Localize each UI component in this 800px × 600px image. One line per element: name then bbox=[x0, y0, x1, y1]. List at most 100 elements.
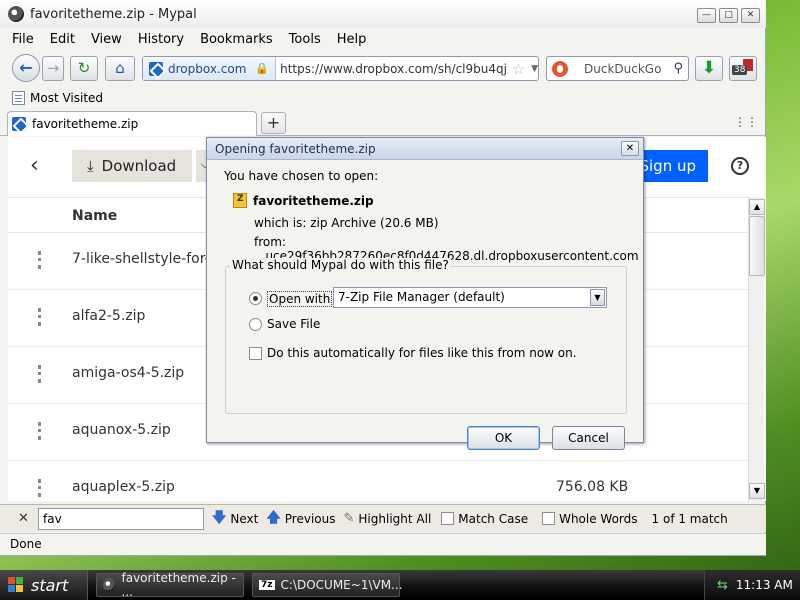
url-text[interactable]: https://www.dropbox.com/sh/cl9bu4qjxhk2 bbox=[280, 62, 508, 76]
find-input[interactable] bbox=[38, 507, 204, 530]
which-is-value: zip Archive (20.6 MB) bbox=[310, 216, 439, 230]
menu-history[interactable]: History bbox=[138, 32, 184, 47]
save-file-radio[interactable] bbox=[249, 318, 262, 331]
bookmarks-toolbar: Most Visited bbox=[0, 88, 103, 108]
clock[interactable]: 11:13 AM bbox=[736, 578, 793, 592]
title-bar[interactable]: favoritetheme.zip - Mypal — □ ✕ bbox=[0, 0, 766, 28]
find-previous-button[interactable]: 🡅 Previous bbox=[266, 507, 335, 531]
zip-file-icon bbox=[38, 365, 46, 383]
help-icon[interactable]: ? bbox=[731, 157, 749, 175]
checkbox[interactable] bbox=[441, 512, 455, 525]
menu-view[interactable]: View bbox=[91, 32, 122, 47]
save-file-label[interactable]: Save File bbox=[267, 317, 320, 331]
scroll-up-icon[interactable]: ▲ bbox=[749, 199, 765, 215]
scroll-thumb[interactable] bbox=[749, 216, 765, 276]
taskbar-item-browser[interactable]: favoritetheme.zip - ... bbox=[96, 571, 244, 599]
highlighter-icon: ✎ bbox=[343, 511, 355, 526]
menu-tools[interactable]: Tools bbox=[289, 32, 321, 47]
action-question: What should Mypal do with this file? bbox=[230, 258, 451, 272]
back-arrow-icon: ← bbox=[19, 58, 33, 77]
dialog-title-bar[interactable]: Opening favoritetheme.zip bbox=[207, 138, 643, 160]
menu-bookmarks[interactable]: Bookmarks bbox=[200, 32, 273, 47]
close-icon[interactable]: ✕ bbox=[18, 511, 32, 526]
chevron-left-icon[interactable]: ‹ bbox=[30, 153, 39, 178]
sign-up-button[interactable]: Sign up bbox=[636, 150, 708, 182]
search-icon[interactable]: ⚲ bbox=[673, 61, 683, 76]
tab-active[interactable]: favoritetheme.zip bbox=[7, 111, 257, 136]
file-name[interactable]: amiga-os4-5.zip bbox=[72, 365, 184, 381]
site-identity[interactable]: dropbox.com 🔒 bbox=[143, 57, 277, 80]
chevron-down-icon[interactable]: ▼ bbox=[590, 289, 605, 306]
app-icon bbox=[8, 6, 24, 22]
close-icon: ✕ bbox=[625, 143, 635, 154]
bookmark-star-icon[interactable]: ☆ bbox=[512, 60, 525, 78]
action-group: What should Mypal do with this file? Ope… bbox=[225, 258, 627, 414]
file-size: 756.08 KB bbox=[556, 479, 629, 495]
home-button[interactable]: ⌂ bbox=[105, 56, 135, 81]
close-window-button[interactable]: ✕ bbox=[741, 8, 760, 23]
auto-action-label[interactable]: Do this automatically for files like thi… bbox=[267, 346, 577, 360]
file-name[interactable]: alfa2-5.zip bbox=[72, 308, 145, 324]
system-tray: ⇆ 11:13 AM bbox=[704, 570, 800, 600]
taskbar-item-label: C:\DOCUME~1\VM... bbox=[280, 578, 403, 592]
open-with-label[interactable]: Open with bbox=[267, 291, 333, 307]
minimize-button[interactable]: — bbox=[697, 8, 716, 23]
menu-file[interactable]: File bbox=[12, 32, 34, 47]
zip-file-icon bbox=[38, 422, 46, 440]
url-bar[interactable]: dropbox.com 🔒 https://www.dropbox.com/sh… bbox=[142, 56, 539, 81]
match-case-checkbox[interactable]: Match Case bbox=[441, 512, 528, 526]
which-is-label: which is: bbox=[254, 216, 307, 230]
file-type-line: which is: zip Archive (20.6 MB) bbox=[254, 216, 439, 230]
cancel-button[interactable]: Cancel bbox=[552, 426, 625, 450]
highlight-all-button[interactable]: ✎ Highlight All bbox=[344, 511, 432, 526]
zip-file-icon bbox=[38, 308, 46, 326]
extension-button[interactable]: 38 bbox=[729, 56, 757, 81]
tab-list-icon[interactable]: ⋮⋮ bbox=[734, 115, 758, 129]
vertical-scrollbar[interactable]: ▲ ▼ bbox=[748, 197, 765, 501]
menu-help[interactable]: Help bbox=[337, 32, 367, 47]
open-with-radio[interactable] bbox=[249, 292, 262, 305]
match-status: 1 of 1 match bbox=[651, 511, 728, 526]
taskbar-item-7zip[interactable]: 7z C:\DOCUME~1\VM... bbox=[252, 573, 403, 597]
application-select[interactable]: 7-Zip File Manager (default) ▼ bbox=[333, 287, 607, 308]
reload-button[interactable]: ↻ bbox=[70, 56, 98, 81]
downloads-button[interactable]: ⬇ bbox=[695, 56, 723, 81]
find-next-button[interactable]: 🡇 Next bbox=[212, 507, 258, 531]
file-name[interactable]: 7-like-shellstyle-for- bbox=[72, 251, 210, 267]
application-select-value: 7-Zip File Manager (default) bbox=[338, 290, 505, 304]
checkbox[interactable] bbox=[542, 512, 556, 525]
dialog-filename: favoritetheme.zip bbox=[253, 193, 374, 208]
menu-edit[interactable]: Edit bbox=[50, 32, 75, 47]
extension-badge: 38 bbox=[732, 65, 748, 75]
url-dropdown-icon[interactable]: ▼ bbox=[531, 64, 538, 74]
match-case-label: Match Case bbox=[458, 511, 529, 526]
file-name[interactable]: aquaplex-5.zip bbox=[72, 479, 175, 495]
forward-button[interactable]: → bbox=[42, 56, 64, 81]
forward-arrow-icon: → bbox=[46, 59, 60, 77]
start-button[interactable]: start bbox=[0, 570, 88, 600]
column-name-header[interactable]: Name bbox=[72, 208, 117, 224]
find-bar: ✕ 🡇 Next 🡅 Previous ✎ Highlight All Matc… bbox=[0, 504, 766, 532]
duckduckgo-icon[interactable] bbox=[552, 60, 568, 77]
tab-strip: favoritetheme.zip + ⋮⋮ bbox=[0, 110, 766, 136]
file-row[interactable]: aquaplex-5.zip 756.08 KB bbox=[8, 461, 748, 501]
auto-action-checkbox[interactable] bbox=[249, 347, 262, 360]
tab-label: favoritetheme.zip bbox=[32, 117, 139, 131]
maximize-button[interactable]: □ bbox=[719, 8, 738, 23]
site-identity-label: dropbox.com bbox=[168, 61, 247, 76]
dialog-close-button[interactable]: ✕ bbox=[621, 141, 639, 156]
scroll-down-icon[interactable]: ▼ bbox=[749, 483, 765, 499]
network-icon[interactable]: ⇆ bbox=[717, 578, 728, 593]
ok-button[interactable]: OK bbox=[467, 426, 540, 450]
zip-file-icon bbox=[38, 251, 46, 269]
dropbox-icon bbox=[149, 61, 163, 76]
search-input[interactable]: DuckDuckGo bbox=[584, 62, 673, 76]
bookmark-most-visited[interactable]: Most Visited bbox=[30, 91, 103, 105]
search-bar[interactable]: DuckDuckGo ⚲ bbox=[546, 56, 689, 81]
new-tab-button[interactable]: + bbox=[261, 112, 286, 134]
home-icon: ⌂ bbox=[115, 59, 125, 77]
download-button[interactable]: ⤓ Download bbox=[72, 150, 192, 182]
file-name[interactable]: aquanox-5.zip bbox=[72, 422, 171, 438]
whole-words-checkbox[interactable]: Whole Words bbox=[542, 512, 638, 526]
back-button[interactable]: ← bbox=[12, 54, 40, 82]
